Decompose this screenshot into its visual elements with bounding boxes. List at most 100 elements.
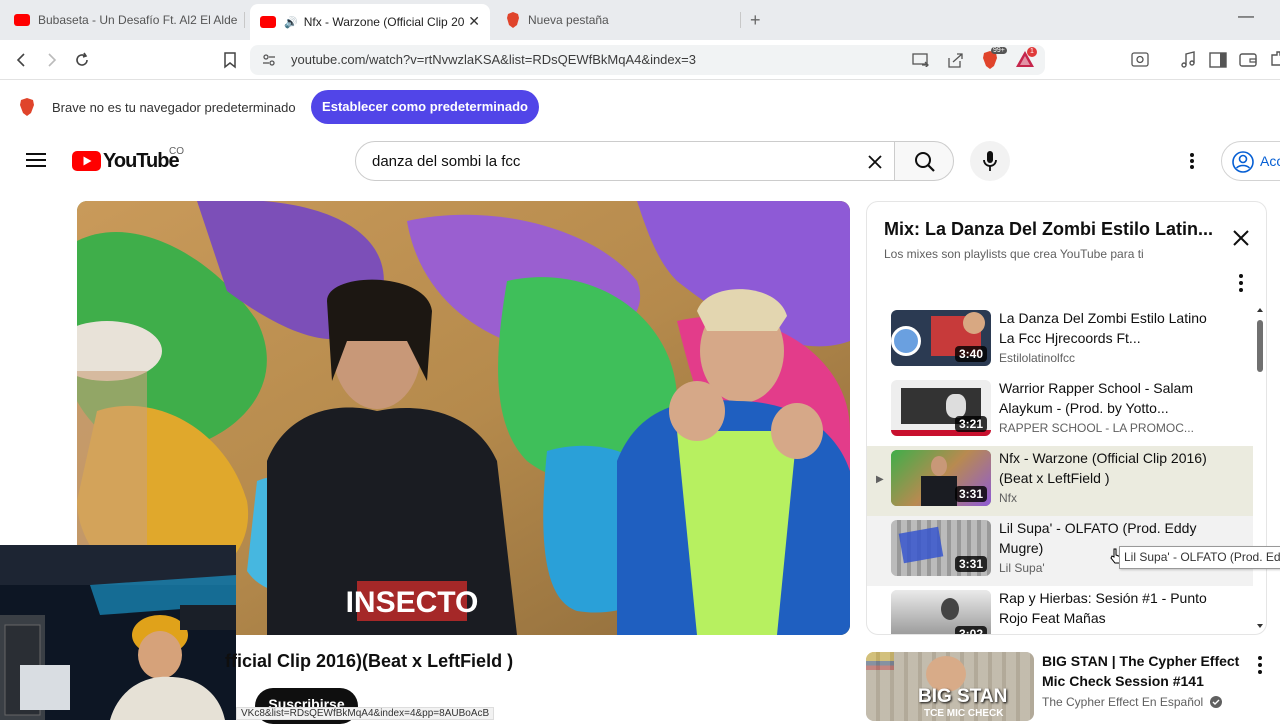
video-thumbnail[interactable]: 3:31 [891,450,991,506]
new-tab-icon[interactable]: + [750,10,761,31]
channel-name: The Cypher Effect En Español [1042,695,1204,709]
video-thumbnail[interactable]: 3:21 [891,380,991,436]
account-icon [1232,151,1254,173]
settings-more-icon[interactable] [1187,152,1197,170]
close-playlist-icon[interactable] [1229,226,1253,250]
playlist-more-icon[interactable] [1231,272,1251,294]
reload-icon[interactable] [72,50,92,70]
webcam-overlay [0,545,236,720]
speaker-icon: 🔊 [284,16,298,29]
search-query: danza del sombi la fcc [372,153,521,170]
brave-rewards-icon[interactable]: 1 [1015,47,1037,70]
shields-badge: 99+ [991,47,1007,54]
playlist-item[interactable]: 3:21 Warrior Rapper School - Salam Alayk… [867,376,1253,446]
close-tab-icon[interactable]: ✕ [468,13,480,30]
verified-check-icon [1209,696,1222,708]
search-input[interactable]: danza del sombi la fcc [355,141,895,181]
playlist-items: 3:40 La Danza Del Zombi Estilo Latino La… [867,306,1253,634]
country-code: CO [169,146,184,157]
tab-label: Nueva pestaña [528,13,609,27]
sidebar-icon[interactable] [1208,50,1228,70]
youtube-header: YouTube CO danza del sombi la fcc Acc [0,133,1280,189]
voice-search-button[interactable] [970,141,1010,181]
playlist-item-channel: Nfx [999,491,1017,505]
video-thumbnail[interactable]: BIG STAN TCE MIC CHECK [866,652,1034,721]
tab-warzone[interactable]: 🔊 Nfx - Warzone (Official Clip 2016) ✕ [250,4,490,40]
recommended-video[interactable]: BIG STAN TCE MIC CHECK BIG STAN | The Cy… [866,651,1280,721]
webcam-frame [0,545,236,720]
tab-bubaseta[interactable]: Bubaseta - Un Desafío Ft. Al2 El Alde [4,6,240,34]
duration-badge: 3:31 [954,486,987,502]
set-default-button[interactable]: Establecer como predeterminado [311,90,539,124]
mix-playlist-panel: Mix: La Danza Del Zombi Estilo Latin... … [866,201,1267,635]
youtube-favicon-icon [260,16,276,28]
site-settings-icon[interactable] [262,53,276,67]
brave-lion-icon [507,12,519,28]
cast-icon[interactable] [912,53,930,67]
tab-label: Nfx - Warzone (Official Clip 2016) [303,15,464,29]
youtube-play-icon [72,151,101,171]
forward-icon[interactable] [41,50,61,70]
tab-label: Bubaseta - Un Desafío Ft. Al2 El Alde [38,13,238,27]
playlist-item-title[interactable]: Warrior Rapper School - Salam Alaykum - … [999,378,1209,418]
brave-shields-icon[interactable]: 99+ [981,47,1007,70]
video-thumbnail[interactable]: 3:02 [891,590,991,634]
thumbnail-title-text: BIG STAN [918,686,1008,707]
video-title: fficial Clip 2016)(Beat x LeftField ) [225,651,514,671]
thumbnail-sub-text: TCE MIC CHECK [924,708,1004,719]
video-thumbnail[interactable]: 3:40 [891,310,991,366]
youtube-wordmark: YouTube [103,150,180,172]
playlist-item-current[interactable]: ▶ 3:31 Nfx - Warzone (Official Clip 2016… [867,446,1253,516]
recommended-more-icon[interactable] [1251,654,1269,676]
tab-new[interactable]: Nueva pestaña [496,6,732,34]
duration-badge: 3:31 [954,556,987,572]
microphone-icon [983,151,997,171]
playlist-item-channel: RAPPER SCHOOL - LA PROMOC... [999,421,1194,435]
recommended-title[interactable]: BIG STAN | The Cypher Effect Mic Check S… [1042,651,1242,691]
sign-in-label: Acc [1260,153,1280,169]
leo-ai-icon[interactable] [1130,50,1150,70]
playlist-subtitle: Los mixes son playlists que crea YouTube… [884,247,1144,261]
music-icon[interactable] [1178,50,1198,70]
playlist-item-channel: Lil Supa' [999,561,1045,575]
menu-icon[interactable] [26,152,46,168]
playlist-scrollbar[interactable] [1255,306,1265,635]
title-tooltip: Lil Supa' - OLFATO (Prod. Eddy [1119,546,1280,569]
shirt-text: INSECTO [346,586,479,619]
browser-toolbar: youtube.com/watch?v=rtNvwzlaKSA&list=RDs… [0,40,1280,80]
recommended-channel: The Cypher Effect En Español [1042,695,1222,709]
infobar-message: Brave no es tu navegador predeterminado [52,100,296,115]
back-icon[interactable] [12,50,32,70]
search-button[interactable] [894,141,954,181]
sign-in-button[interactable]: Acc [1221,141,1280,181]
playlist-item-title[interactable]: Rap y Hierbas: Sesión #1 - Punto Rojo Fe… [999,588,1209,628]
extensions-icon[interactable] [1266,50,1280,70]
video-thumbnail[interactable]: 3:31 [891,520,991,576]
tab-divider [740,12,741,28]
youtube-favicon-icon [14,14,30,26]
playlist-item-channel: Estilolatinolfcc [999,351,1076,365]
clear-search-icon[interactable] [867,154,883,170]
rewards-badge: 1 [1027,47,1037,57]
address-bar[interactable]: youtube.com/watch?v=rtNvwzlaKSA&list=RDs… [250,45,1045,75]
duration-badge: 3:02 [954,626,987,634]
tab-divider [244,12,245,28]
status-bar-url: VKc8&list=RDsQEWfBkMqA4&index=4&pp=8AUBo… [236,707,495,720]
url-text: youtube.com/watch?v=rtNvwzlaKSA&list=RDs… [291,52,696,67]
minimize-icon[interactable]: — [1238,8,1254,26]
duration-badge: 3:40 [954,346,987,362]
brave-logo-icon [20,98,34,116]
default-browser-infobar: Brave no es tu navegador predeterminado … [0,81,1280,133]
bookmark-icon[interactable] [220,50,240,70]
playlist-item-title[interactable]: Nfx - Warzone (Official Clip 2016)(Beat … [999,448,1209,488]
now-playing-icon: ▶ [876,474,884,485]
playlist-item-title[interactable]: La Danza Del Zombi Estilo Latino La Fcc … [999,308,1209,348]
playlist-item[interactable]: 3:02 Rap y Hierbas: Sesión #1 - Punto Ro… [867,586,1253,634]
wallet-icon[interactable] [1238,50,1258,70]
share-icon[interactable] [946,52,964,68]
playlist-item[interactable]: 3:40 La Danza Del Zombi Estilo Latino La… [867,306,1253,376]
playlist-title[interactable]: Mix: La Danza Del Zombi Estilo Latin... [884,219,1219,240]
search-icon [915,152,935,172]
duration-badge: 3:21 [954,416,987,432]
tab-strip: Bubaseta - Un Desafío Ft. Al2 El Alde 🔊 … [0,0,1280,40]
